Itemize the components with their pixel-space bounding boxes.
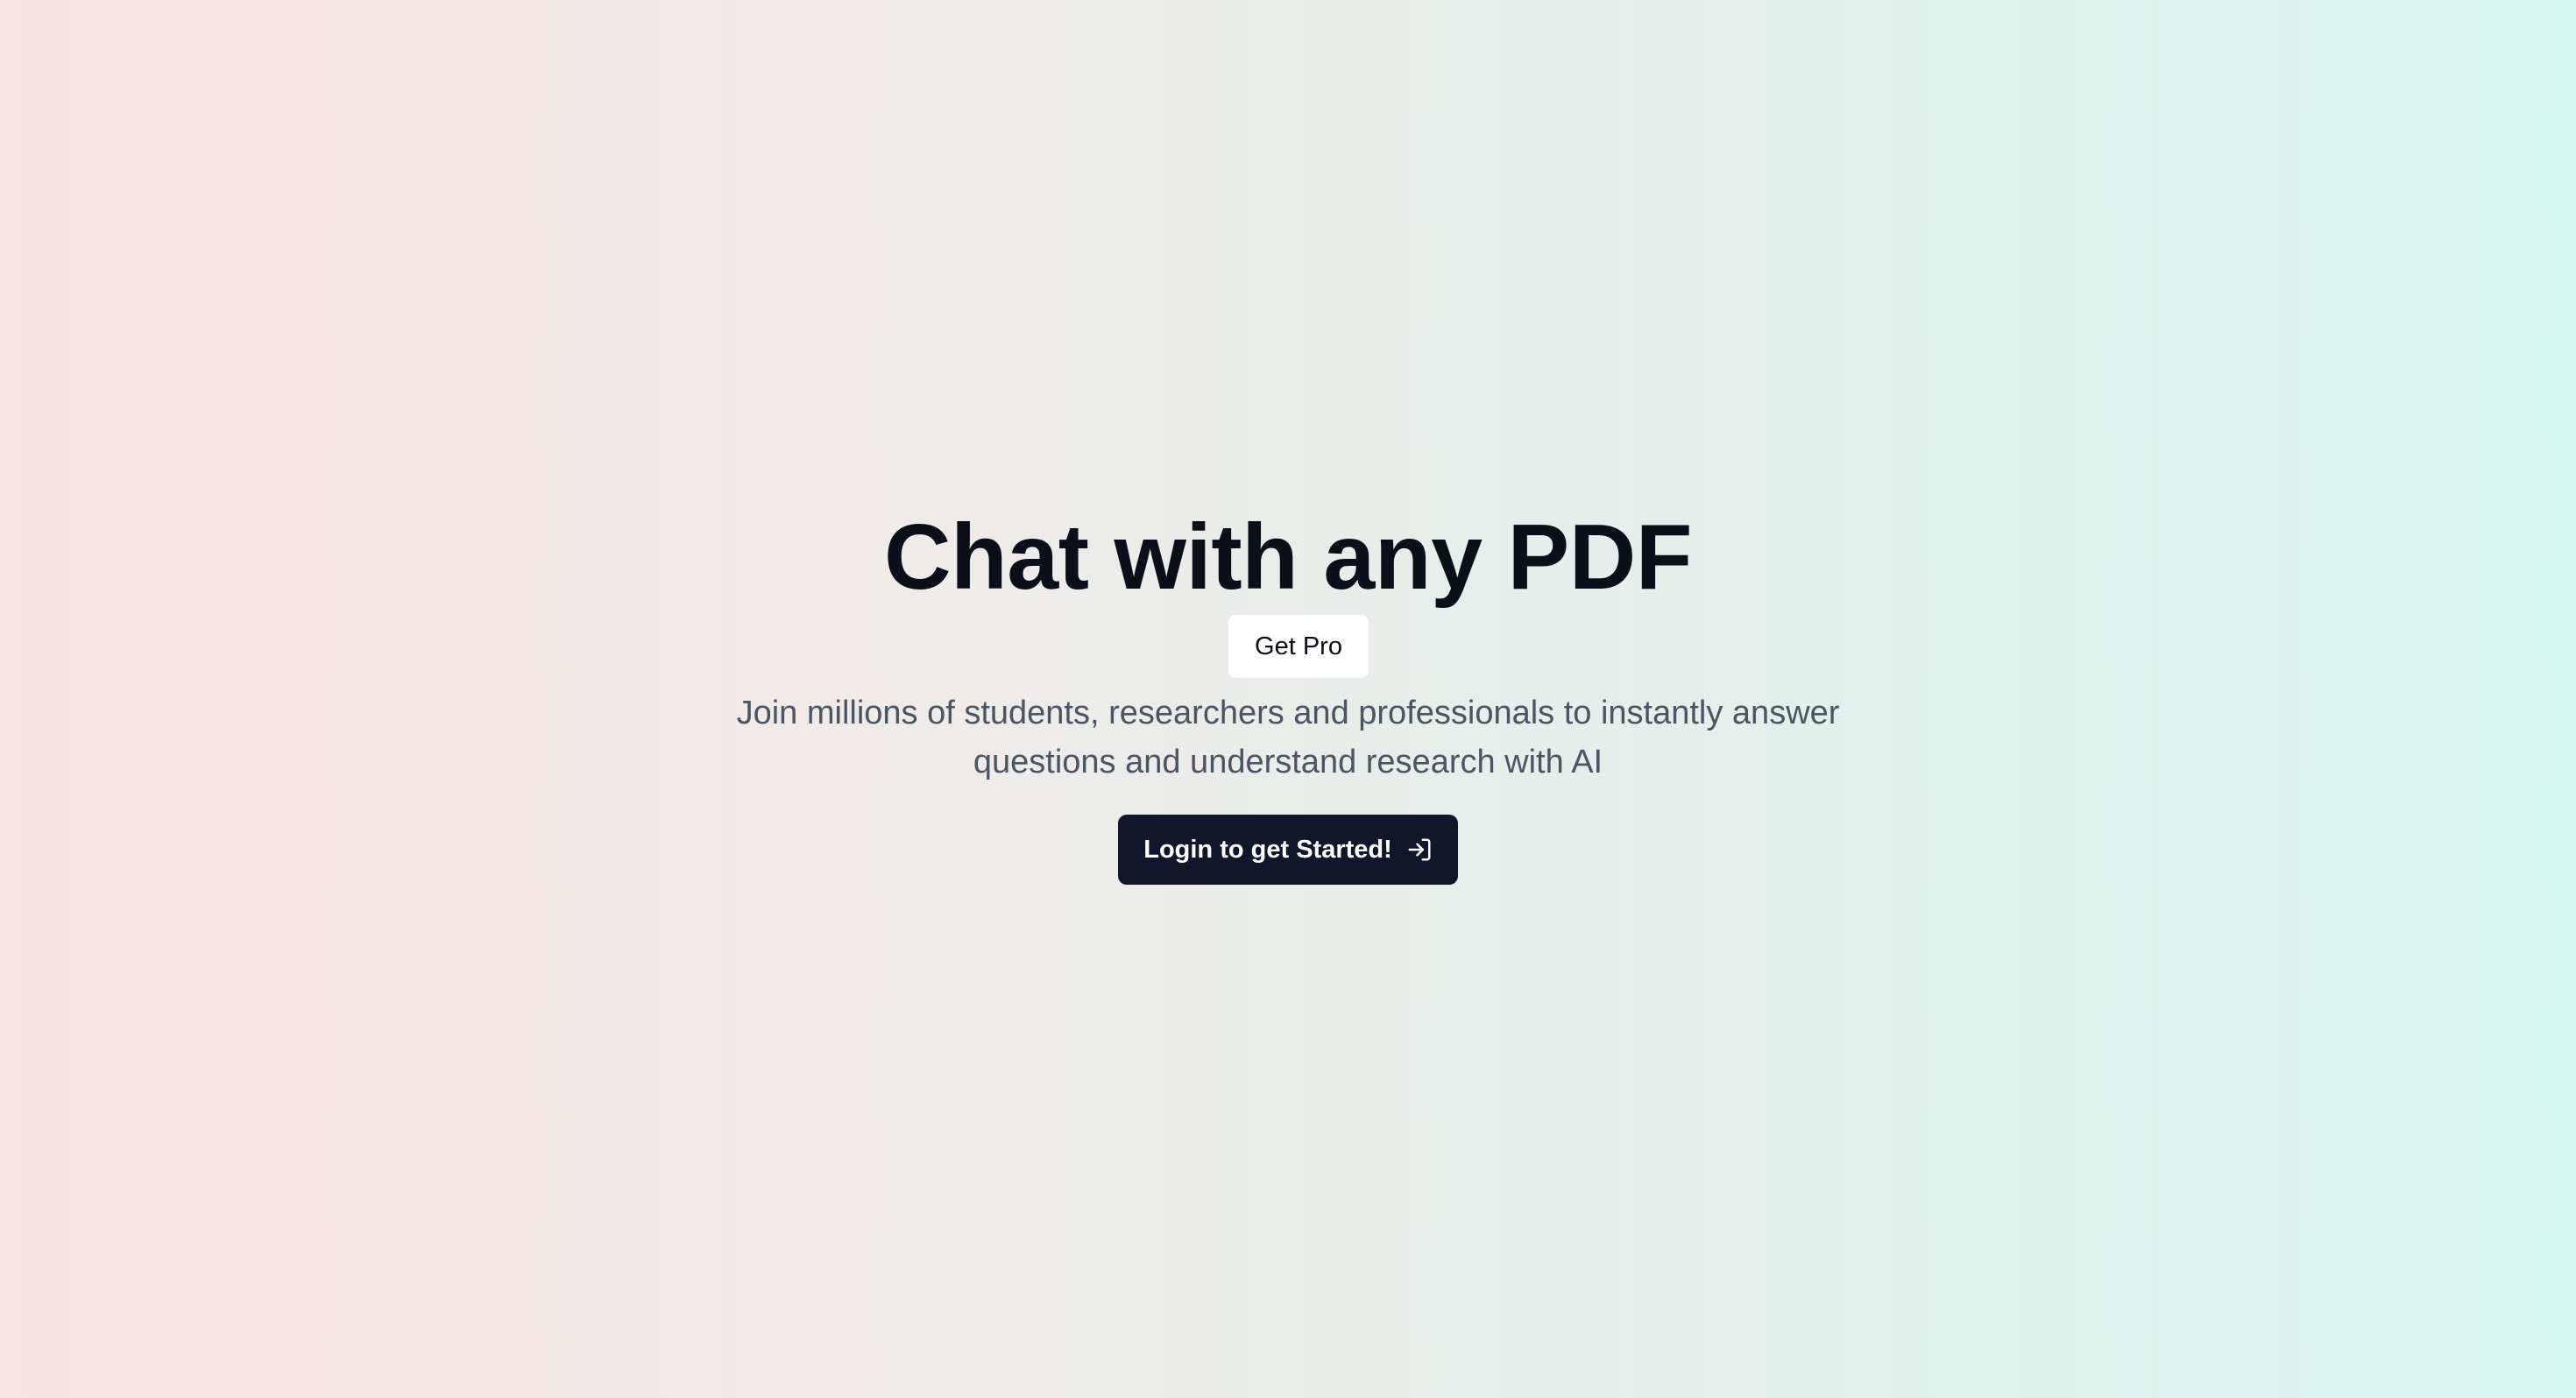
- page-background: Chat with any PDF Get Pro Join millions …: [0, 0, 2576, 1398]
- hero-section: Chat with any PDF Get Pro Join millions …: [0, 0, 2576, 1398]
- login-get-started-button[interactable]: Login to get Started!: [1118, 815, 1458, 885]
- get-pro-button[interactable]: Get Pro: [1227, 613, 1370, 680]
- page-title: Chat with any PDF: [883, 505, 1693, 609]
- hero-subtitle: Join millions of students, researchers a…: [736, 695, 1840, 780]
- login-button-label: Login to get Started!: [1143, 835, 1392, 864]
- log-in-icon: [1406, 837, 1433, 863]
